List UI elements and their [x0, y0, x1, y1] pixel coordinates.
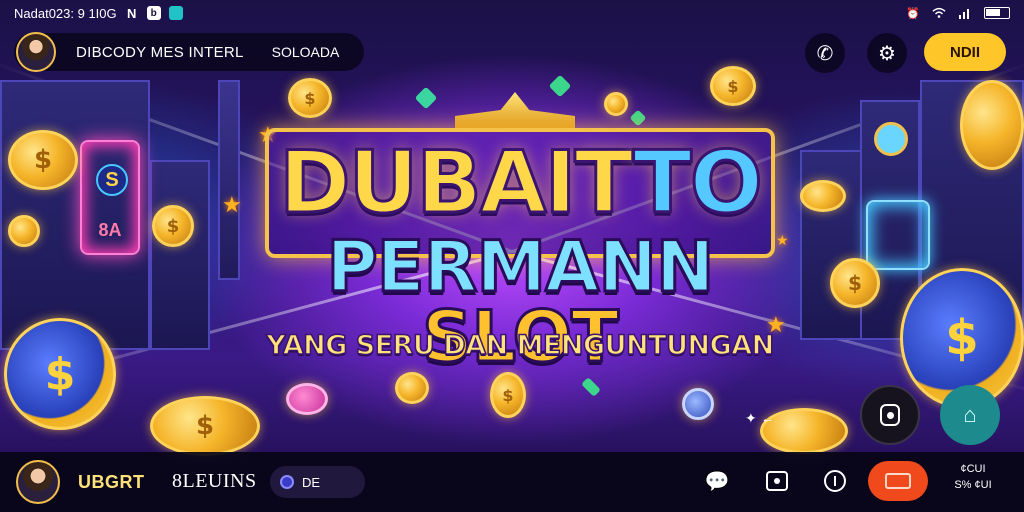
clock-icon [874, 122, 908, 156]
profile-name: DIBCODY MES INTERL [76, 43, 244, 61]
gear-icon: ⚙ [878, 42, 896, 65]
player-name: UBGRT [78, 472, 145, 492]
left-tower [150, 160, 210, 350]
title-banner: DUBAITTO PERMANN SLOT YANG SERU DAN MENG… [255, 92, 785, 374]
small-sparkle-label: ✦ ← [745, 410, 775, 426]
battery-icon [984, 7, 1010, 19]
camera-button[interactable] [860, 385, 920, 445]
neon-sign-text: 8A [98, 220, 122, 240]
coin-sign-icon: S [96, 164, 128, 196]
star-icon: ★ [222, 192, 242, 217]
gold-coin [604, 92, 628, 116]
gold-coin: $ [288, 78, 332, 118]
screen-sign [866, 200, 930, 270]
gold-coin: $ [710, 66, 756, 106]
camera-icon [880, 404, 900, 426]
card-icon [885, 473, 911, 489]
record-button[interactable] [760, 466, 794, 496]
balance-pill[interactable]: DE [270, 466, 365, 498]
green-gem [414, 86, 438, 110]
profile-bar[interactable]: DIBCODY MES INTERL SOLOADA [14, 32, 364, 72]
gold-coin: $ [152, 205, 194, 247]
gold-coin: $ [8, 130, 78, 190]
status-bar: Nadat023: 9 1I0G N b ⏰ [0, 0, 1024, 26]
gold-coin: $ [150, 396, 260, 456]
stack-top-label: ¢CUI [960, 463, 986, 475]
green-gem [581, 377, 601, 397]
stack-bottom-label: S% ¢UI [954, 479, 992, 491]
notification-app-icon [168, 6, 183, 20]
profile-tag: SOLOADA [271, 44, 340, 60]
status-time: Nadat023: 9 1I0G [14, 5, 117, 21]
player-avatar[interactable] [16, 460, 60, 504]
alarm-icon: ⏰ [906, 7, 920, 20]
tagline: YANG SERU DAN MENGUNTUNGAN [265, 329, 775, 362]
gold-coin [800, 180, 846, 212]
record-icon [766, 471, 788, 491]
top-action-button[interactable]: NDII [924, 33, 1006, 71]
home-icon: ⌂ [963, 402, 977, 427]
home-button[interactable]: ⌂ [940, 385, 1000, 445]
gold-coin [960, 80, 1024, 170]
gold-coin: $ [490, 372, 526, 418]
signal-icon [958, 6, 972, 20]
compass-button[interactable] [818, 466, 852, 496]
balance-text: DE [302, 474, 321, 490]
token-icon [280, 475, 294, 489]
game-title: DUBAITTO [278, 133, 765, 233]
chat-icon: 💬 [704, 470, 730, 493]
green-gem [548, 74, 572, 98]
bottom-stack-labels: ¢CUI S% ¢UI [948, 461, 998, 493]
settings-button[interactable]: ⚙ [867, 33, 907, 73]
notification-b-icon: b [146, 6, 161, 20]
gold-coin [8, 215, 40, 247]
chat-button[interactable]: 💬 [700, 466, 734, 496]
minaret [218, 80, 240, 280]
blue-chip [682, 388, 714, 420]
notification-n-icon: N [126, 5, 137, 21]
pink-chip [286, 383, 328, 415]
blue-chip-coin: $ [4, 318, 116, 430]
card-button[interactable] [868, 461, 928, 501]
compass-icon [824, 470, 846, 492]
gold-coin: $ [830, 258, 880, 308]
wifi-icon [932, 6, 946, 20]
avatar[interactable] [16, 32, 56, 72]
phone-icon: ✆ [816, 42, 834, 65]
phone-button[interactable]: ✆ [805, 33, 845, 73]
coin-label: 8LEUINS [172, 470, 257, 492]
neon-sign: S 8A [80, 140, 140, 255]
